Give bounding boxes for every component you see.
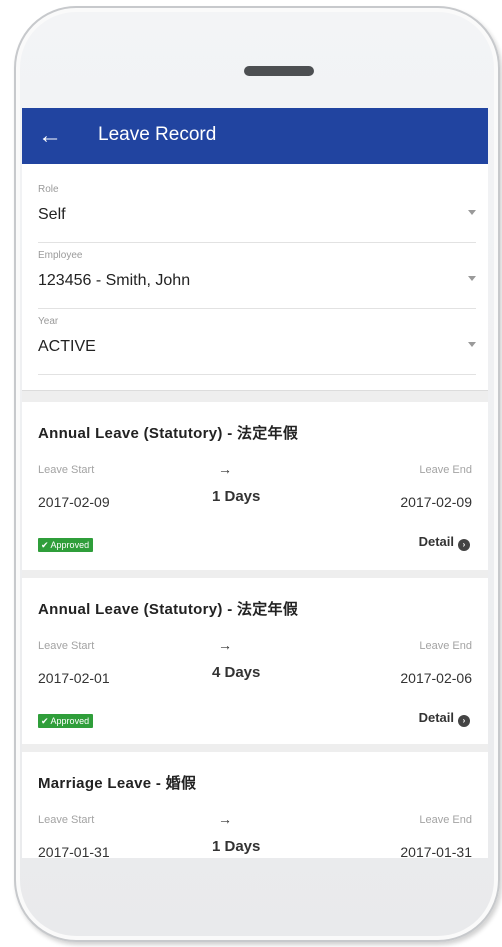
leave-start-date: 2017-02-01 [38,670,110,686]
detail-button[interactable]: Detail › [419,534,470,551]
leave-end-date: 2017-01-31 [400,844,472,858]
status-badge: ✔ Approved [38,538,94,552]
leave-end-label: Leave End [419,814,472,826]
leave-duration: 1 Days [212,838,261,855]
detail-label: Detail [418,534,454,549]
arrow-right-icon: → [218,637,232,653]
year-value: ACTIVE [38,338,96,355]
leave-type-title: Annual Leave (Statutory) - 法定年假 [38,601,299,618]
chevron-down-icon[interactable] [468,276,476,281]
status-text: Approved [50,540,90,550]
chevron-down-icon[interactable] [468,342,476,347]
check-icon: ✔ [41,716,49,726]
leave-start-label: Leave Start [38,464,95,476]
status-badge: ✔ Approved [38,714,94,728]
app-bar: ← Leave Record [22,108,488,164]
leave-end-label: Leave End [419,640,472,652]
detail-button[interactable]: Detail › [419,710,470,727]
role-select[interactable]: Role Self [38,184,476,243]
employee-value: 123456 - Smith, John [38,272,191,289]
arrow-right-icon: → [218,461,232,477]
chevron-right-circle-icon: › [458,539,470,551]
employee-label: Employee [38,250,83,261]
leave-start-date: 2017-02-09 [38,494,110,510]
leave-duration: 4 Days [212,664,261,681]
chevron-right-circle-icon: › [458,715,470,727]
role-value: Self [38,206,66,223]
leave-end-date: 2017-02-09 [400,494,472,510]
leave-record-card[interactable]: Annual Leave (Statutory) - 法定年假 Leave St… [22,402,488,570]
speaker-grille [244,66,314,76]
leave-start-label: Leave Start [38,814,95,826]
role-label: Role [38,184,59,195]
leave-type-title: Marriage Leave - 婚假 [38,775,197,792]
leave-type-title: Annual Leave (Statutory) - 法定年假 [38,425,299,442]
employee-select[interactable]: Employee 123456 - Smith, John [38,250,476,309]
year-select[interactable]: Year ACTIVE [38,316,476,375]
leave-duration: 1 Days [212,488,261,505]
filter-panel: Role Self Employee 123456 - Smith, John … [22,164,488,391]
year-label: Year [38,316,59,327]
chevron-down-icon[interactable] [468,210,476,215]
status-text: Approved [50,716,90,726]
leave-start-label: Leave Start [38,640,95,652]
check-icon: ✔ [41,540,49,550]
leave-end-date: 2017-02-06 [400,670,472,686]
detail-label: Detail [418,710,454,725]
leave-record-card[interactable]: Annual Leave (Statutory) - 法定年假 Leave St… [22,578,488,744]
back-arrow-icon[interactable]: ← [38,122,66,150]
leave-record-card[interactable]: Marriage Leave - 婚假 Leave Start → Leave … [22,752,488,858]
leave-start-date: 2017-01-31 [38,844,110,858]
arrow-right-icon: → [218,811,232,827]
app-screen: ← Leave Record Role Self Employee 123456… [22,108,488,858]
page-title: Leave Record [98,124,217,145]
leave-end-label: Leave End [419,464,472,476]
